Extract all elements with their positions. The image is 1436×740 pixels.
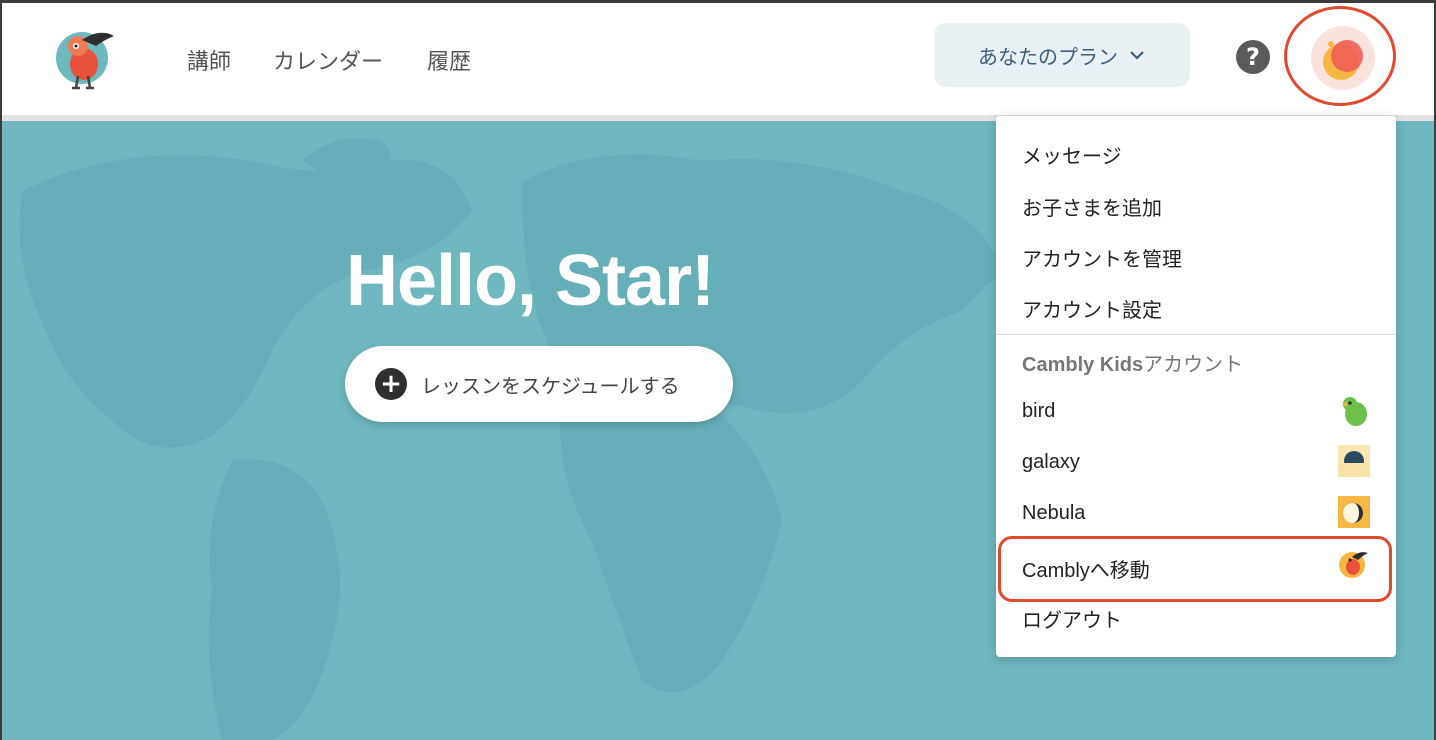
nebula-avatar-icon [1338,496,1370,528]
menu-item-manage-account[interactable]: アカウントを管理 [1022,243,1182,272]
nav-history-link[interactable]: 履歴 [427,44,471,76]
galaxy-avatar-icon [1338,445,1370,477]
your-plan-label: あなたのプラン [978,44,1118,69]
menu-item-add-child[interactable]: お子さまを追加 [1022,192,1162,221]
your-plan-button[interactable]: あなたのプラン [934,23,1190,87]
kid-account-name: galaxy [1022,451,1080,473]
chevron-down-icon [1130,51,1144,60]
menu-item-messages[interactable]: メッセージ [1022,140,1122,169]
kid-account-nebula[interactable]: Nebula [996,496,1396,536]
schedule-lesson-button[interactable]: + レッスンをスケジュールする [345,346,733,422]
go-to-cambly-highlight-box [998,536,1392,602]
kid-account-name: bird [1022,400,1056,422]
kids-accounts-section-title: Cambly Kidsアカウント [1022,348,1243,377]
greeting-heading: Hello, Star! [346,241,715,321]
menu-divider [996,334,1396,335]
user-avatar-icon[interactable] [1311,26,1375,90]
kid-account-name: Nebula [1022,502,1086,524]
kid-account-bird[interactable]: bird [996,394,1396,434]
menu-item-logout[interactable]: ログアウト [1022,604,1122,633]
schedule-lesson-label: レッスンをスケジュールする [421,373,680,398]
nav-teachers-link[interactable]: 講師 [187,44,231,76]
menu-item-account-settings[interactable]: アカウント設定 [1022,294,1162,323]
kid-account-galaxy[interactable]: galaxy [996,445,1396,485]
nav-calendar-link[interactable]: カレンダー [273,44,383,76]
kids-section-suffix: アカウント [1143,352,1244,376]
kids-section-brand: Cambly Kids [1022,354,1144,376]
parrot-avatar-icon [1338,394,1370,426]
help-icon[interactable]: ? [1236,40,1270,74]
cambly-kids-logo-icon[interactable] [56,26,118,92]
plus-icon: + [375,368,407,400]
